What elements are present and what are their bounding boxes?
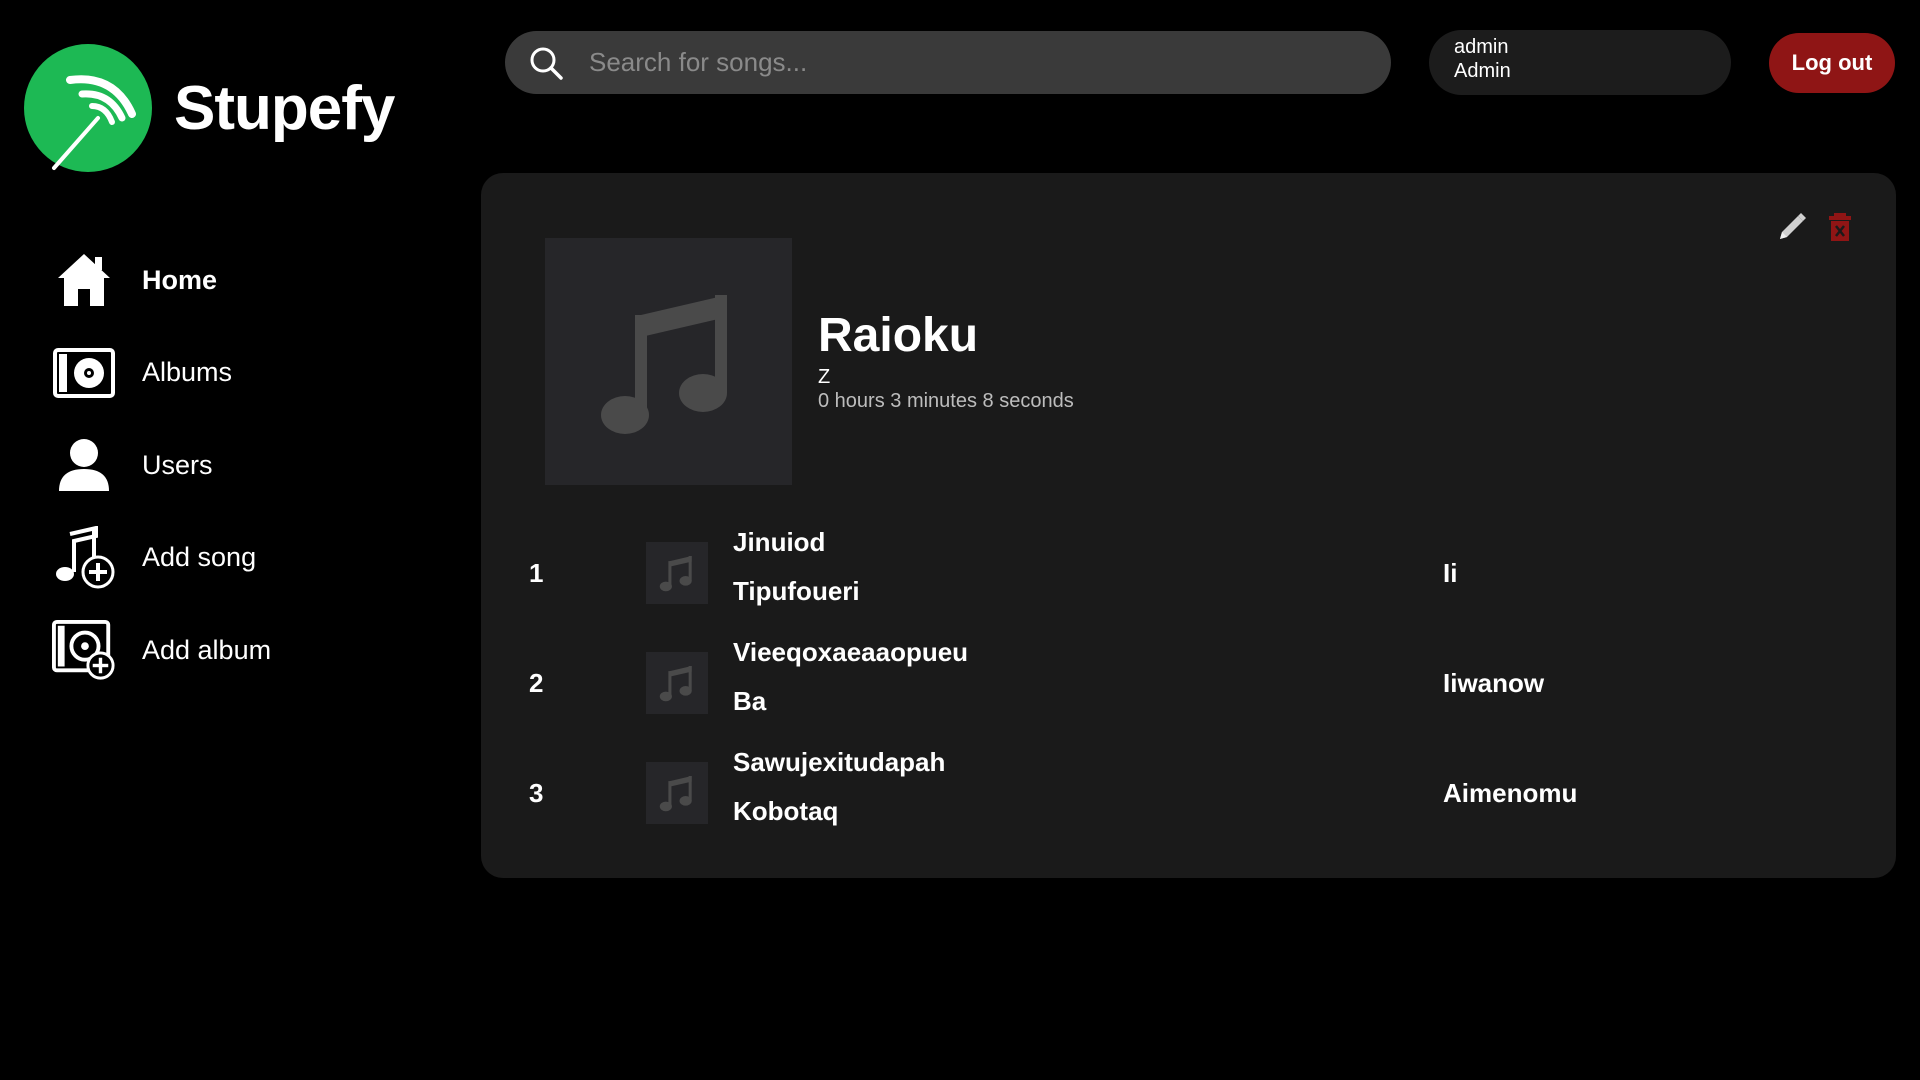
music-note-icon <box>659 666 692 702</box>
sidebar-item-label: Add song <box>142 542 257 572</box>
album-info: Raioku Z 0 hours 3 minutes 8 seconds <box>818 309 1074 413</box>
user-icon <box>52 433 116 497</box>
search-icon <box>530 47 563 80</box>
track-subtitle: Tipufoueri <box>733 576 860 606</box>
search-input[interactable] <box>587 46 1367 79</box>
track-title: Jinuiod <box>733 527 826 557</box>
track-number: 2 <box>529 668 544 698</box>
album-icon <box>52 341 116 405</box>
sidebar-item-add-album[interactable]: Add album <box>52 616 432 684</box>
app-logo[interactable]: Stupefy <box>24 44 395 172</box>
sidebar-item-home[interactable]: Home <box>52 246 432 314</box>
edit-icon[interactable] <box>1776 211 1808 243</box>
user-info[interactable]: admin Admin <box>1429 30 1731 95</box>
username: admin <box>1454 36 1509 58</box>
album-actions <box>1776 211 1856 243</box>
track-number: 3 <box>529 778 544 808</box>
track-row[interactable]: 3 Sawujexitudapah Kobotaq Aimenomu <box>481 738 1896 848</box>
album-title: Raioku <box>818 309 979 362</box>
track-row[interactable]: 2 Vieeqoxaeaaopueu Ba Iiwanow <box>481 628 1896 738</box>
track-artist: Iiwanow <box>1443 668 1545 698</box>
sidebar-item-albums[interactable]: Albums <box>52 339 432 407</box>
search-bar[interactable] <box>505 31 1391 94</box>
track-thumbnail <box>646 762 708 824</box>
track-subtitle: Ba <box>733 686 767 716</box>
track-thumbnail <box>646 542 708 604</box>
sidebar: Home Albums Users Add song Add album <box>52 246 432 709</box>
sidebar-item-users[interactable]: Users <box>52 431 432 499</box>
track-artist: Ii <box>1443 558 1458 588</box>
album-artist: Z <box>818 366 831 388</box>
music-note-icon <box>659 556 692 592</box>
track-thumbnail <box>646 652 708 714</box>
sidebar-item-label: Home <box>142 264 218 295</box>
track-artist: Aimenomu <box>1443 778 1578 808</box>
album-cover <box>545 238 792 485</box>
home-icon <box>52 248 116 312</box>
delete-icon[interactable] <box>1824 211 1856 243</box>
track-title: Sawujexitudapah <box>733 747 946 777</box>
music-note-icon <box>600 294 727 434</box>
track-list: 1 Jinuiod Tipufoueri Ii 2 Vieeqoxaeaaopu… <box>481 518 1896 848</box>
stupefy-logo-icon <box>24 44 152 172</box>
sidebar-item-label: Users <box>142 449 213 480</box>
sidebar-item-add-song[interactable]: Add song <box>52 524 432 592</box>
logout-button[interactable]: Log out <box>1769 33 1895 93</box>
user-role: Admin <box>1454 60 1511 82</box>
sidebar-item-label: Albums <box>142 357 233 387</box>
add-song-icon <box>52 525 116 590</box>
album-duration: 0 hours 3 minutes 8 seconds <box>818 390 1074 412</box>
music-note-icon <box>659 776 692 812</box>
app-name: Stupefy <box>174 73 395 143</box>
track-number: 1 <box>529 558 544 588</box>
sidebar-item-label: Add album <box>142 634 272 665</box>
track-subtitle: Kobotaq <box>733 796 839 826</box>
add-album-icon <box>52 618 116 682</box>
album-panel: Raioku Z 0 hours 3 minutes 8 seconds 1 J… <box>481 173 1896 878</box>
track-title: Vieeqoxaeaaopueu <box>733 637 969 667</box>
track-row[interactable]: 1 Jinuiod Tipufoueri Ii <box>481 518 1896 628</box>
